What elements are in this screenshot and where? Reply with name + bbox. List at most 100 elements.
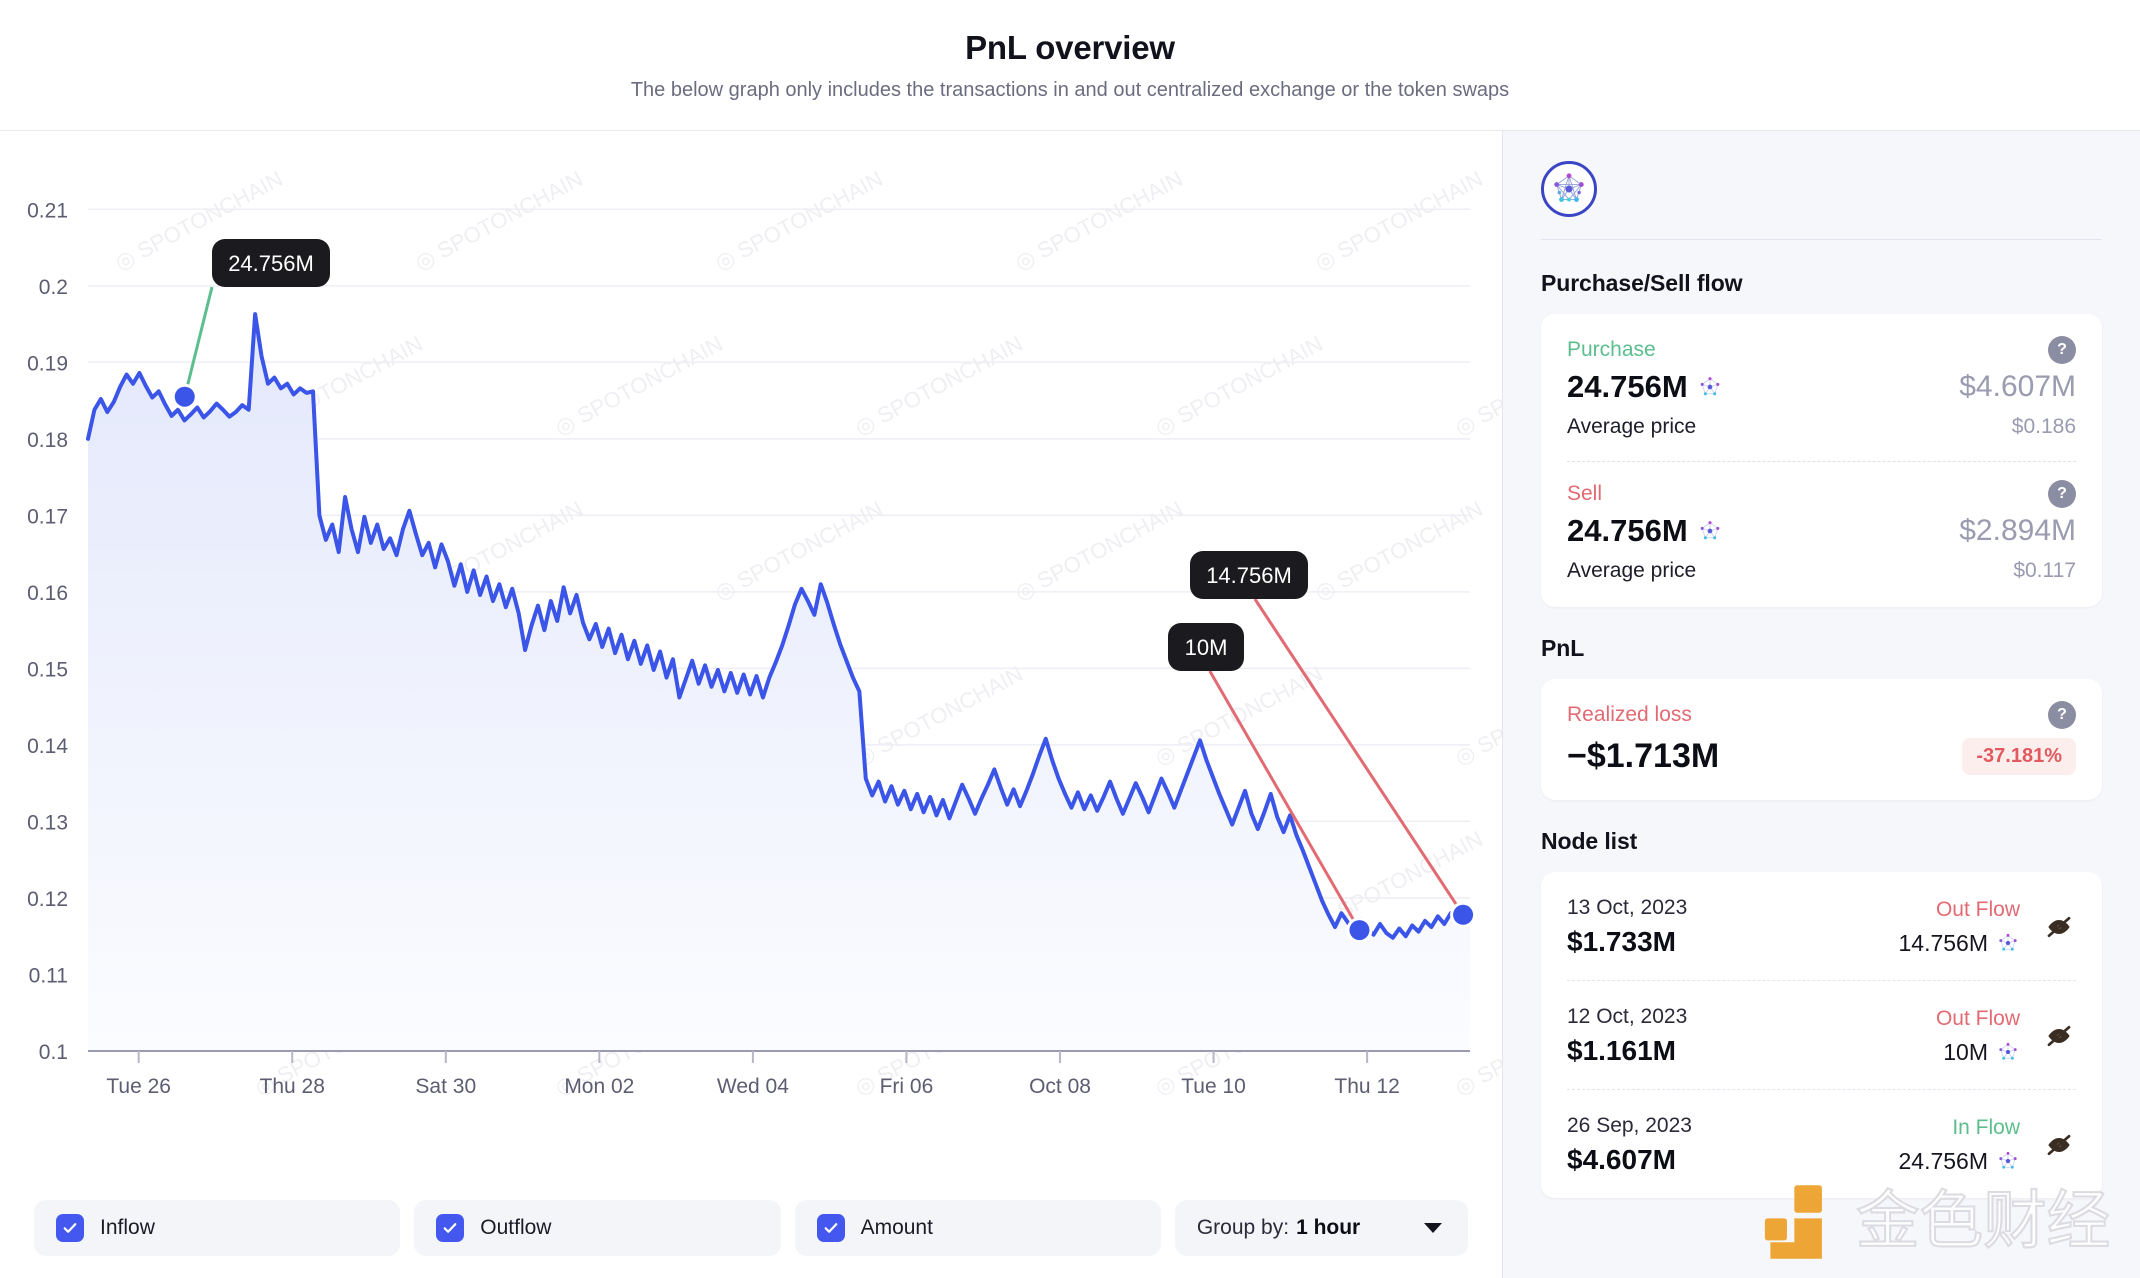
pnl-overview-page: PnL overview The below graph only includ… [0,0,2140,1278]
token-mini-icon [1999,933,2017,951]
token-mini-icon [1999,1042,2017,1060]
sell-main-row: 24.756M $2.894M [1567,513,2076,549]
svg-text:◎ SPOTONCHAIN: ◎ SPOTONCHAIN [851,661,1027,771]
page-body: ◎ SPOTONCHAIN ◎ SPOTONCHAIN ◎ SPOTONCHAIN ◎… [0,131,2140,1278]
price-chart[interactable]: ◎ SPOTONCHAIN ◎ SPOTONCHAIN ◎ SPOTONCHAIN ◎… [0,131,1502,1178]
sell-avg-label: Average price [1567,559,1697,582]
node-amount: 10M [1936,1039,2020,1066]
svg-text:◎ SPOTONCHAIN: ◎ SPOTONCHAIN [851,331,1027,441]
svg-text:10M: 10M [1185,635,1228,660]
outflow-toggle[interactable]: Outflow [414,1200,781,1256]
node-usd: $1.733M [1567,926,1676,957]
chevron-down-icon[interactable] [1424,1223,1443,1233]
svg-text:◎ SPOTONCHAIN: ◎ SPOTONCHAIN [1151,331,1327,441]
hide-node-eye-slash-icon[interactable] [2042,1019,2076,1053]
outflow-label: Outflow [480,1216,552,1239]
pnl-help-icon[interactable]: ? [2048,701,2076,729]
inflow-label: Inflow [100,1216,155,1239]
svg-text:0.11: 0.11 [29,964,68,987]
sell-help-icon[interactable]: ? [2048,480,2076,508]
svg-text:Wed 04: Wed 04 [717,1075,789,1098]
purchase-kind-label: Purchase [1567,338,1656,361]
sell-amount-text: 24.756M [1567,513,1688,548]
svg-text:◎ SPOTONCHAIN: ◎ SPOTONCHAIN [1011,166,1187,276]
page-subtitle: The below graph only includes the transa… [630,79,1510,102]
hide-node-eye-slash-icon[interactable] [2042,1128,2076,1162]
purchase-sell-card: Purchase ? 24.756M $4.607M Average price… [1541,314,2102,607]
svg-text:◎ SPOTONCHAIN: ◎ SPOTONCHAIN [711,496,887,606]
pnl-amount: −$1.713M [1567,737,1720,775]
svg-text:14.756M: 14.756M [1206,563,1292,588]
node-list-item[interactable]: 26 Sep, 2023 $4.607M In Flow 24.756M [1567,1089,2076,1198]
chart-column: ◎ SPOTONCHAIN ◎ SPOTONCHAIN ◎ SPOTONCHAIN ◎… [0,131,1502,1278]
node-usd: $4.607M [1567,1144,1676,1175]
token-mini-icon [1700,521,1720,540]
check-icon[interactable] [56,1214,84,1242]
pnl-main-row: −$1.713M -37.181% [1567,737,2076,776]
svg-text:◎ SPOTONCHAIN: ◎ SPOTONCHAIN [1311,166,1487,276]
purchase-usd: $4.607M [1959,370,2076,403]
pnl-header: Realized loss ? [1567,701,2076,729]
svg-text:0.13: 0.13 [27,811,68,834]
sell-kind-label: Sell [1567,482,1603,505]
purchase-help-icon[interactable]: ? [2048,336,2076,364]
node-date: 13 Oct, 2023 [1567,896,1688,919]
svg-text:0.12: 0.12 [27,888,68,911]
svg-text:Fri 06: Fri 06 [880,1075,934,1098]
node-usd: $1.161M [1567,1035,1676,1066]
node-date: 12 Oct, 2023 [1567,1005,1688,1028]
check-icon[interactable] [436,1214,465,1242]
price-chart-svg[interactable]: ◎ SPOTONCHAIN ◎ SPOTONCHAIN ◎ SPOTONCHAIN ◎… [0,131,1502,1178]
group-by-label: Group by: [1196,1216,1290,1239]
svg-text:0.14: 0.14 [27,735,68,758]
card-divider [1567,461,2076,462]
purchase-avg-label: Average price [1567,415,1697,438]
page-title: PnL overview [965,28,1175,66]
svg-text:◎ SPOTONCHAIN: ◎ SPOTONCHAIN [711,166,887,276]
svg-text:Thu 28: Thu 28 [260,1075,325,1098]
svg-text:Tue 10: Tue 10 [1181,1075,1246,1098]
svg-text:◎ SPOTONCHAIN: ◎ SPOTONCHAIN [1451,331,1502,441]
pnl-kind-label: Realized loss [1567,703,1692,726]
svg-text:0.2: 0.2 [39,276,68,299]
sell-amount: 24.756M [1567,513,1723,549]
sell-avg-value: $0.117 [2013,559,2076,582]
inflow-toggle[interactable]: Inflow [34,1200,401,1256]
svg-text:0.17: 0.17 [27,505,68,528]
purchase-avg-value: $0.186 [2011,415,2076,438]
pnl-section-title: PnL [1541,635,1585,661]
check-icon[interactable] [816,1214,845,1242]
sell-avg-row: Average price $0.117 [1567,559,2076,583]
svg-text:0.21: 0.21 [27,199,68,222]
node-list-item[interactable]: 13 Oct, 2023 $1.733M Out Flow 14.756M [1567,872,2076,980]
node-amount: 24.756M [1898,1148,2020,1175]
svg-text:0.18: 0.18 [27,429,68,452]
node-amount-text: 24.756M [1898,1147,1988,1174]
node-amount-text: 10M [1943,1038,1988,1065]
node-date: 26 Sep, 2023 [1567,1114,1692,1137]
node-list-item[interactable]: 12 Oct, 2023 $1.161M Out Flow 10M [1567,980,2076,1089]
page-header: PnL overview The below graph only includ… [0,0,2140,131]
svg-text:0.1: 0.1 [39,1041,68,1064]
node-section-title: Node list [1541,828,1638,854]
amount-label: Amount [860,1216,933,1239]
svg-text:◎ SPOTONCHAIN: ◎ SPOTONCHAIN [1311,496,1487,606]
node-flow-type: Out Flow [1935,1006,2020,1030]
pnl-percent-badge: -37.181% [1962,738,2076,775]
node-flow-type: Out Flow [1935,897,2020,921]
svg-text:Oct 08: Oct 08 [1029,1075,1091,1098]
svg-text:24.756M: 24.756M [228,251,314,276]
svg-text:0.16: 0.16 [27,582,68,605]
svg-text:Mon 02: Mon 02 [564,1075,634,1098]
hide-node-eye-slash-icon[interactable] [2042,910,2076,944]
node-amount: 14.756M [1898,930,2020,957]
sell-header: Sell ? [1567,480,2076,508]
purchase-header: Purchase ? [1567,336,2076,364]
svg-text:Sat 30: Sat 30 [415,1075,476,1098]
purchase-avg-row: Average price $0.186 [1567,415,2076,439]
svg-text:0.19: 0.19 [27,352,68,375]
group-by-select[interactable]: Group by: 1 hour [1174,1200,1469,1256]
sell-usd: $2.894M [1959,514,2076,547]
pnl-card: Realized loss ? −$1.713M -37.181% [1541,679,2102,800]
amount-toggle[interactable]: Amount [794,1200,1161,1256]
